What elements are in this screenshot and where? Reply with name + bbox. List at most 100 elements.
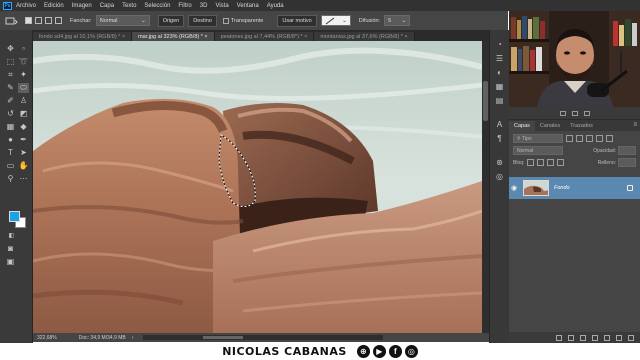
layer-row[interactable]: ◉ Fondo xyxy=(509,177,640,199)
eye-icon[interactable]: ◉ xyxy=(509,184,519,192)
filter-smart-icon[interactable] xyxy=(606,135,613,142)
marquee-tool-icon[interactable]: ⬚ xyxy=(5,57,16,67)
scroll-thumb[interactable] xyxy=(483,81,488,121)
menu-edicion[interactable]: Edición xyxy=(44,3,64,9)
destination-button[interactable]: Destino xyxy=(188,14,217,27)
zoom-level[interactable]: 322,68% xyxy=(37,335,57,341)
pen-tool-icon[interactable]: ✒ xyxy=(18,135,29,145)
menu-vista[interactable]: Vista xyxy=(215,3,228,9)
close-icon[interactable]: × xyxy=(204,34,207,40)
add-mask-icon[interactable] xyxy=(580,335,586,341)
paragraph-icon[interactable]: ¶ xyxy=(494,134,505,144)
rectangle-tool-icon[interactable]: ▭ xyxy=(5,161,16,171)
type-tool-icon[interactable]: T xyxy=(5,148,16,158)
menu-3d[interactable]: 3D xyxy=(200,3,208,9)
tab-peatones[interactable]: peatones.jpg al 7,44% (RGB/8*) * × xyxy=(214,32,315,41)
filter-shape-icon[interactable] xyxy=(596,135,603,142)
menu-capa[interactable]: Capa xyxy=(100,3,114,9)
new-group-icon[interactable] xyxy=(604,335,610,341)
horizontal-scrollbar[interactable] xyxy=(143,335,383,340)
lock-pixels-icon[interactable] xyxy=(527,159,535,166)
close-icon[interactable]: × xyxy=(404,34,407,40)
path-selection-icon[interactable]: ➤ xyxy=(18,148,29,158)
filter-type-icon[interactable] xyxy=(586,135,593,142)
panel-menu-icon[interactable]: ≡ xyxy=(633,122,637,128)
tab-capas[interactable]: Capas xyxy=(509,121,535,131)
trash-icon[interactable] xyxy=(583,110,590,116)
adjustment-layer-icon[interactable] xyxy=(592,335,598,341)
paths-icon[interactable]: ⊛ xyxy=(494,158,505,168)
filter-pixel-icon[interactable] xyxy=(566,135,573,142)
lock-all-icon[interactable] xyxy=(557,159,565,166)
menu-ayuda[interactable]: Ayuda xyxy=(267,3,284,9)
character-icon[interactable]: A xyxy=(494,120,505,130)
hand-tool-icon[interactable]: ✋ xyxy=(18,161,29,171)
lock-paint-icon[interactable] xyxy=(537,159,545,166)
blend-mode-select[interactable]: Normal xyxy=(513,146,563,155)
scroll-thumb[interactable] xyxy=(203,336,243,339)
fill-field[interactable] xyxy=(618,158,636,167)
diffusion-select[interactable]: 5 ⌄ xyxy=(384,15,411,26)
lock-position-icon[interactable] xyxy=(547,159,555,166)
camera-icon[interactable] xyxy=(559,110,566,116)
history-icon[interactable]: ◔ xyxy=(494,40,505,50)
new-snapshot-icon[interactable] xyxy=(571,110,578,116)
artboard-tool-icon[interactable]: ▫ xyxy=(18,44,29,54)
more-tools-icon[interactable]: ⋯ xyxy=(18,174,29,184)
move-tool-icon[interactable]: ✥ xyxy=(5,44,16,54)
tab-mar[interactable]: mar.jpg al 323% (RGB/8) * × xyxy=(132,32,215,41)
gradient-tool-icon[interactable]: ▦ xyxy=(5,122,16,132)
layer-filter-select[interactable]: ⚲ Tipo xyxy=(513,134,563,143)
layer-style-icon[interactable] xyxy=(568,335,574,341)
patch-tool-icon[interactable]: ⬭ xyxy=(18,83,29,93)
properties-icon[interactable]: ☰ xyxy=(494,54,505,64)
trash-icon[interactable] xyxy=(628,335,634,341)
new-layer-icon[interactable] xyxy=(616,335,622,341)
source-button[interactable]: Origen xyxy=(157,14,185,27)
history-brush-icon[interactable]: ↺ xyxy=(5,109,16,119)
vertical-scrollbar[interactable] xyxy=(482,41,489,333)
transparent-checkbox[interactable]: Transparente xyxy=(222,17,263,24)
pattern-picker[interactable]: ⌄ xyxy=(320,15,351,26)
opacity-field[interactable] xyxy=(618,146,636,155)
chevron-right-icon[interactable]: › xyxy=(132,335,134,341)
mode-select[interactable]: Normal ⌄ xyxy=(95,15,150,26)
screen-mode-icon[interactable]: ▣ xyxy=(5,257,16,267)
default-colors-icon[interactable]: ◧ xyxy=(6,231,17,241)
menu-texto[interactable]: Texto xyxy=(122,3,136,9)
brush-tool-icon[interactable]: ✐ xyxy=(5,96,16,106)
eraser-tool-icon[interactable]: ◩ xyxy=(18,109,29,119)
channels-icon[interactable]: ◎ xyxy=(494,172,505,182)
intersect-selection-icon[interactable] xyxy=(55,17,62,24)
swatches-icon[interactable]: ▤ xyxy=(494,96,505,106)
crop-tool-icon[interactable]: ⌗ xyxy=(5,70,16,80)
dodge-tool-icon[interactable]: ● xyxy=(5,135,16,145)
tab-trazados[interactable]: Trazados xyxy=(565,121,598,131)
menu-ventana[interactable]: Ventana xyxy=(237,3,259,9)
eyedropper-icon[interactable]: ✎ xyxy=(5,83,16,93)
adjustments-icon[interactable]: ◐ xyxy=(494,68,505,78)
tool-preset-picker[interactable] xyxy=(4,16,18,26)
menu-archivo[interactable]: Archivo xyxy=(16,3,36,9)
new-selection-icon[interactable] xyxy=(25,17,32,24)
close-icon[interactable]: × xyxy=(122,34,125,40)
tab-canales[interactable]: Canales xyxy=(535,121,565,131)
link-layers-icon[interactable] xyxy=(556,335,562,341)
close-icon[interactable]: × xyxy=(304,34,307,40)
magic-wand-icon[interactable]: ✦ xyxy=(18,70,29,80)
menu-imagen[interactable]: Imagen xyxy=(72,3,92,9)
color-icon[interactable]: ▦ xyxy=(494,82,505,92)
clone-stamp-icon[interactable]: ♙ xyxy=(18,96,29,106)
subtract-selection-icon[interactable] xyxy=(45,17,52,24)
document-canvas[interactable] xyxy=(33,41,482,333)
lasso-tool-icon[interactable]: ➰ xyxy=(18,57,29,67)
blur-tool-icon[interactable]: ◆ xyxy=(18,122,29,132)
filter-adjustment-icon[interactable] xyxy=(576,135,583,142)
use-pattern-button[interactable]: Usar motivo xyxy=(277,14,317,27)
menu-filtro[interactable]: Filtro xyxy=(178,3,191,9)
quick-mask-icon[interactable]: ◙ xyxy=(5,244,16,254)
tab-fondo-sd4[interactable]: fondo sd4.jpg al 10,1% (RGB/8) * × xyxy=(33,32,133,41)
tab-montanias[interactable]: montanias.jpg al 37,6% (RGB/8) * × xyxy=(314,32,415,41)
foreground-color-swatch[interactable] xyxy=(9,211,20,222)
zoom-tool-icon[interactable]: ⚲ xyxy=(5,174,16,184)
